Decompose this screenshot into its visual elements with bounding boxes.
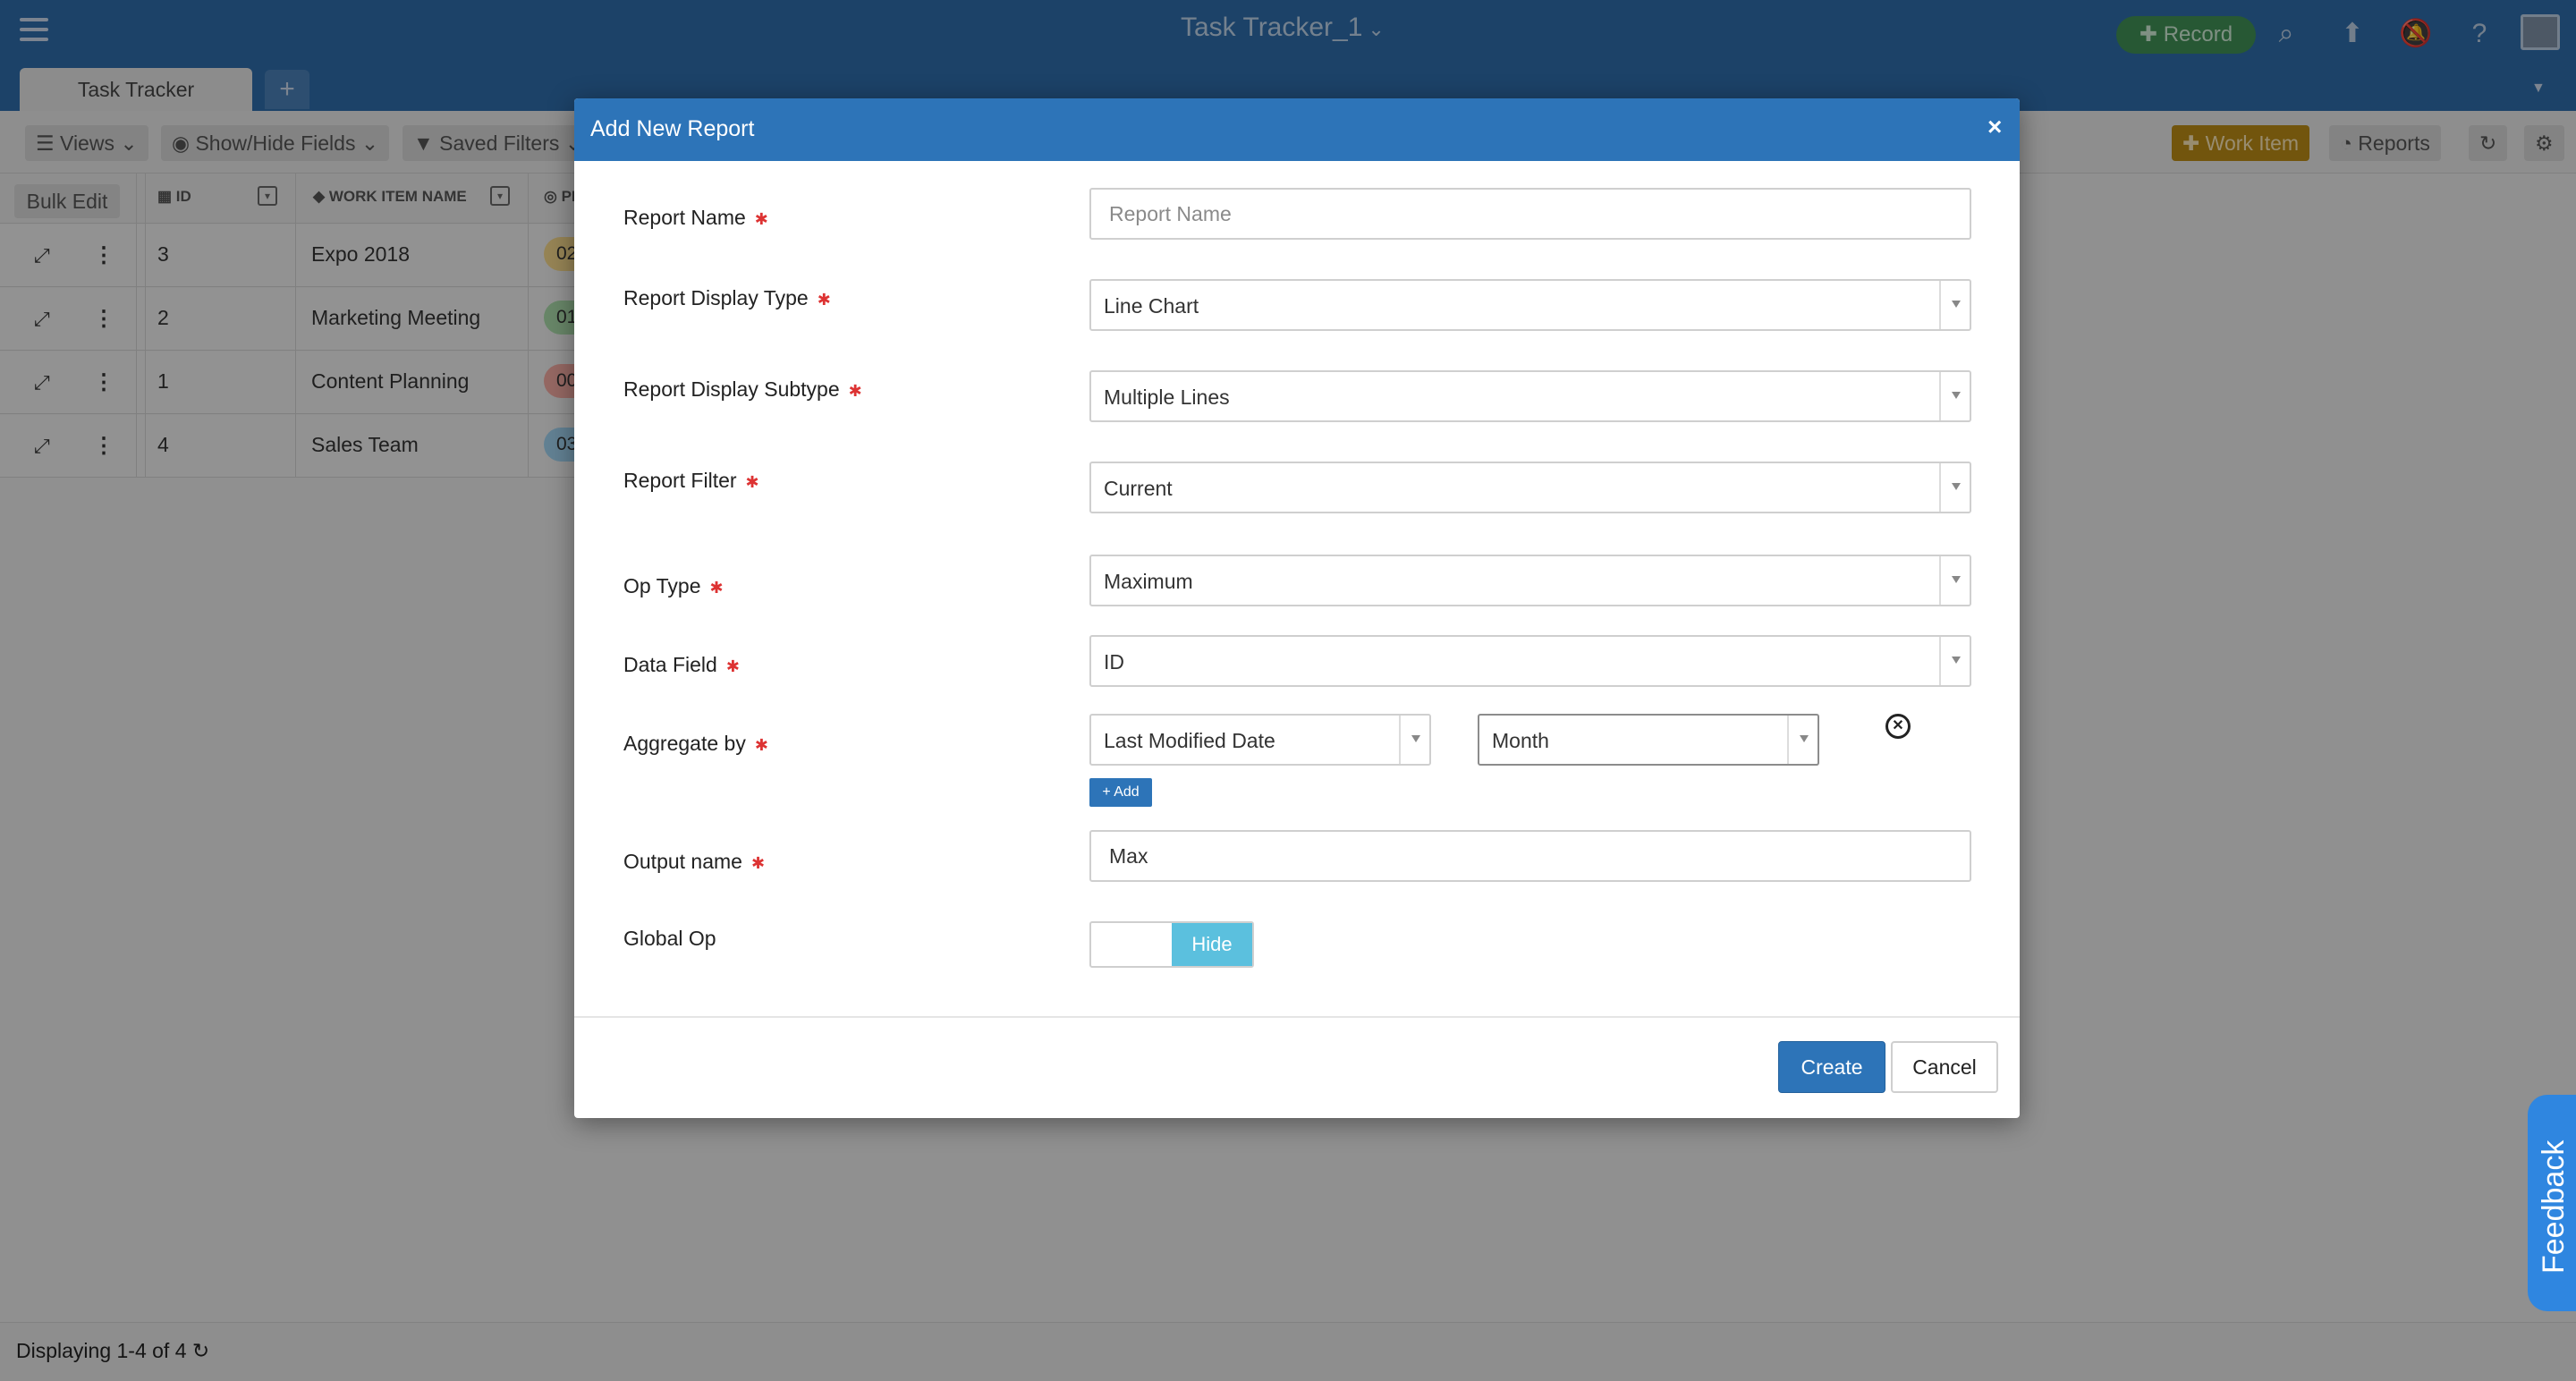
feedback-label: Feedback xyxy=(2537,1140,2571,1274)
aggregate-field-select[interactable]: Last Modified Date xyxy=(1089,714,1431,766)
output-name-label-text: Output name xyxy=(623,850,742,873)
op-type-label-text: Op Type xyxy=(623,574,701,597)
report-display-subtype-select[interactable]: Multiple Lines xyxy=(1089,370,1971,422)
data-field-label: Data Field ✱ xyxy=(623,653,740,677)
aggregate-period-select[interactable]: Month xyxy=(1478,714,1819,766)
data-field-select[interactable]: ID xyxy=(1089,635,1971,687)
modal-divider xyxy=(574,1016,2020,1018)
dropdown-arrow-icon xyxy=(1939,281,1970,329)
data-field-value: ID xyxy=(1104,650,1124,674)
global-op-toggle[interactable]: Hide xyxy=(1089,921,1254,968)
required-icon: ✱ xyxy=(725,657,740,675)
report-display-type-value: Line Chart xyxy=(1104,294,1199,318)
required-icon: ✱ xyxy=(848,382,862,400)
dropdown-arrow-icon xyxy=(1939,463,1970,512)
cancel-button[interactable]: Cancel xyxy=(1891,1041,1998,1093)
dropdown-arrow-icon xyxy=(1399,716,1429,764)
report-name-input[interactable] xyxy=(1089,188,1971,240)
modal-header: Add New Report × xyxy=(574,98,2020,161)
report-display-type-select[interactable]: Line Chart xyxy=(1089,279,1971,331)
create-button[interactable]: Create xyxy=(1778,1041,1885,1093)
op-type-select[interactable]: Maximum xyxy=(1089,555,1971,606)
aggregate-field-value: Last Modified Date xyxy=(1104,729,1275,752)
aggregate-by-label: Aggregate by ✱ xyxy=(623,732,768,756)
report-filter-label: Report Filter ✱ xyxy=(623,469,759,493)
required-icon: ✱ xyxy=(750,854,766,872)
modal-title: Add New Report xyxy=(590,116,755,141)
global-op-toggle-label: Hide xyxy=(1172,923,1252,966)
aggregate-by-label-text: Aggregate by xyxy=(623,732,746,755)
dropdown-arrow-icon xyxy=(1939,372,1970,420)
data-field-label-text: Data Field xyxy=(623,653,717,676)
report-display-type-label-text: Report Display Type xyxy=(623,286,809,309)
report-filter-label-text: Report Filter xyxy=(623,469,737,492)
required-icon: ✱ xyxy=(754,736,768,754)
report-display-subtype-label: Report Display Subtype ✱ xyxy=(623,377,862,402)
aggregate-period-value: Month xyxy=(1492,729,1549,752)
remove-aggregate-icon[interactable]: ✕ xyxy=(1885,714,1911,739)
report-filter-value: Current xyxy=(1104,477,1173,500)
output-name-label: Output name ✱ xyxy=(623,850,765,874)
global-op-label: Global Op xyxy=(623,927,716,950)
op-type-value: Maximum xyxy=(1104,570,1193,593)
op-type-label: Op Type ✱ xyxy=(623,574,724,598)
report-display-type-label: Report Display Type ✱ xyxy=(623,286,831,310)
output-name-input[interactable] xyxy=(1089,830,1971,882)
feedback-tab[interactable]: Feedback xyxy=(2528,1095,2576,1311)
report-display-subtype-label-text: Report Display Subtype xyxy=(623,377,840,401)
report-display-subtype-value: Multiple Lines xyxy=(1104,385,1230,409)
dropdown-arrow-icon xyxy=(1939,556,1970,605)
required-icon: ✱ xyxy=(709,579,724,597)
required-icon: ✱ xyxy=(745,473,759,491)
dropdown-arrow-icon xyxy=(1939,637,1970,685)
report-name-label-text: Report Name xyxy=(623,206,746,229)
add-new-report-dialog: Add New Report × Report Name ✱ Report Dis… xyxy=(574,98,2020,1118)
required-icon: ✱ xyxy=(754,210,768,228)
close-icon[interactable]: × xyxy=(1987,113,2002,141)
add-aggregate-button[interactable]: + Add xyxy=(1089,778,1152,807)
report-name-label: Report Name ✱ xyxy=(623,206,768,230)
required-icon: ✱ xyxy=(817,291,831,309)
report-filter-select[interactable]: Current xyxy=(1089,462,1971,513)
dropdown-arrow-icon xyxy=(1787,716,1818,764)
